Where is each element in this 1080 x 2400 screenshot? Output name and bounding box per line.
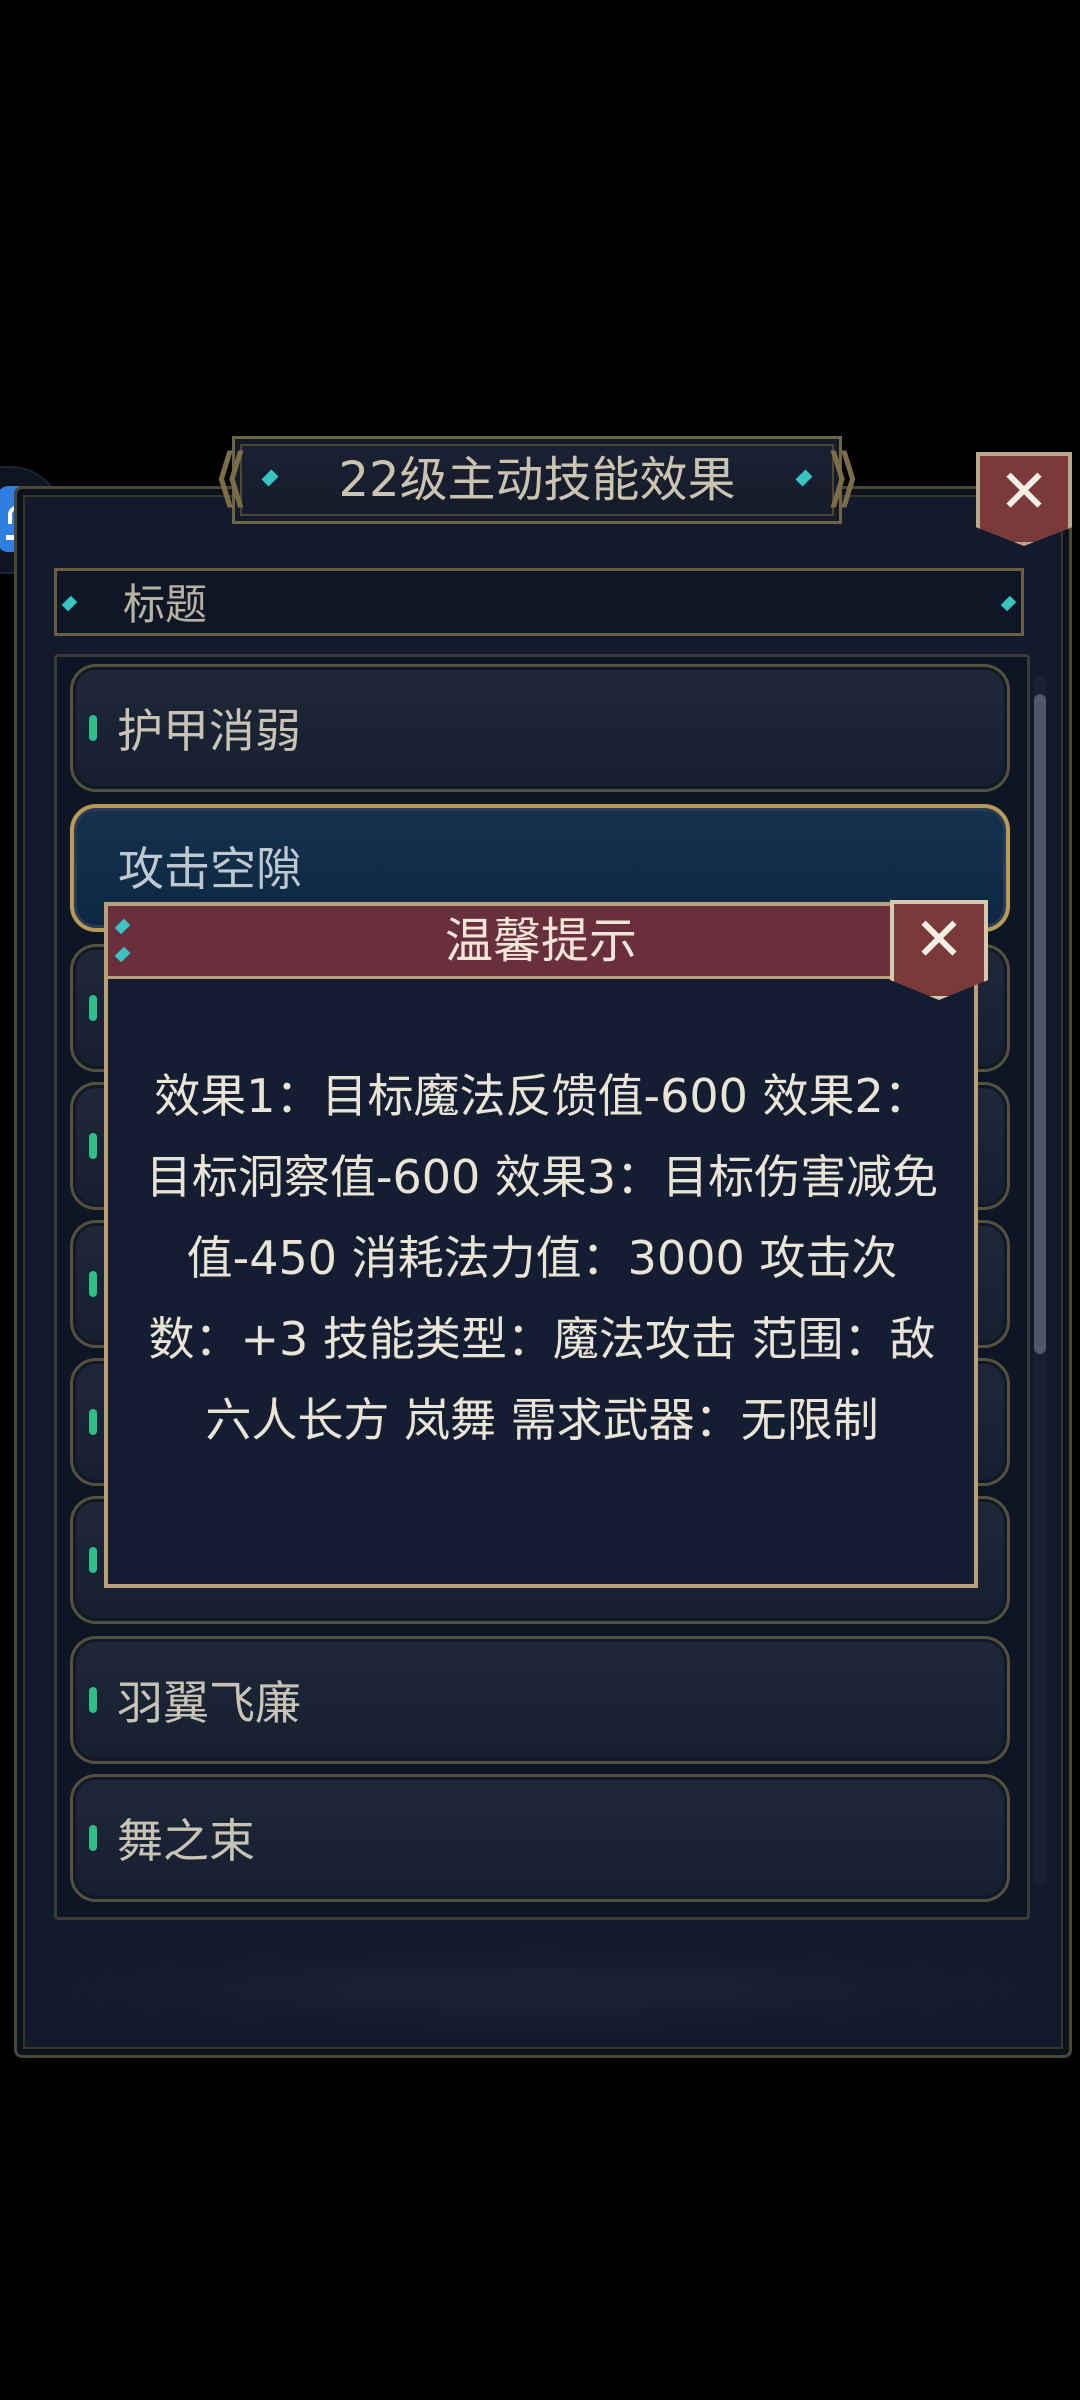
item-indicator xyxy=(89,1133,97,1159)
right-bracket-ornament: ⟫ xyxy=(825,441,861,515)
gem-ornament xyxy=(61,595,78,612)
left-bracket-ornament: ⟪ xyxy=(213,441,249,515)
item-indicator xyxy=(89,715,97,741)
list-item-label: 羽翼飞廉 xyxy=(117,1676,301,1730)
panel-title: 22级主动技能效果 xyxy=(338,452,736,508)
panel-title-plate: ⟪ 22级主动技能效果 ⟫ xyxy=(213,436,861,524)
tip-dialog: 温馨提示 ✕ 效果1：目标魔法反馈值-600 效果2：目标洞察值-600 效果3… xyxy=(104,900,988,1588)
item-indicator xyxy=(89,1409,97,1435)
gem-ornament xyxy=(114,946,131,963)
item-indicator xyxy=(89,1271,97,1297)
dialog-close-button[interactable]: ✕ xyxy=(890,900,988,1000)
close-icon: ✕ xyxy=(998,457,1050,527)
item-indicator xyxy=(89,995,97,1021)
item-indicator xyxy=(89,1687,97,1713)
list-scrollbar[interactable] xyxy=(1034,676,1046,1886)
list-item[interactable]: 羽翼飞廉 xyxy=(70,1636,1010,1764)
close-icon: ✕ xyxy=(913,905,965,975)
panel-close-button[interactable]: ✕ xyxy=(976,452,1072,546)
list-header: 标题 xyxy=(54,568,1024,636)
item-indicator xyxy=(89,1547,97,1573)
list-item-label: 舞之束 xyxy=(117,1814,255,1868)
list-item[interactable]: 舞之束 xyxy=(70,1774,1010,1902)
dialog-body-text: 效果1：目标魔法反馈值-600 效果2：目标洞察值-600 效果3：目标伤害减免… xyxy=(145,1069,939,1447)
list-item[interactable]: 护甲消弱 xyxy=(70,664,1010,792)
list-header-label: 标题 xyxy=(123,580,208,629)
list-item-label: 护甲消弱 xyxy=(117,704,301,758)
scrollbar-thumb[interactable] xyxy=(1034,694,1046,1354)
screen: ⟪ 22级主动技能效果 ⟫ ✕ 标题 护甲消弱 攻击空隙 羽翼飞廉 舞之束 温馨… xyxy=(0,0,1080,2400)
dialog-title-bar: 温馨提示 xyxy=(108,906,974,979)
gem-ornament xyxy=(261,469,279,487)
gem-ornament xyxy=(795,469,813,487)
item-indicator xyxy=(89,1825,97,1851)
dialog-title: 温馨提示 xyxy=(444,913,637,969)
gem-ornament xyxy=(1000,595,1017,612)
gem-ornament xyxy=(114,918,131,935)
